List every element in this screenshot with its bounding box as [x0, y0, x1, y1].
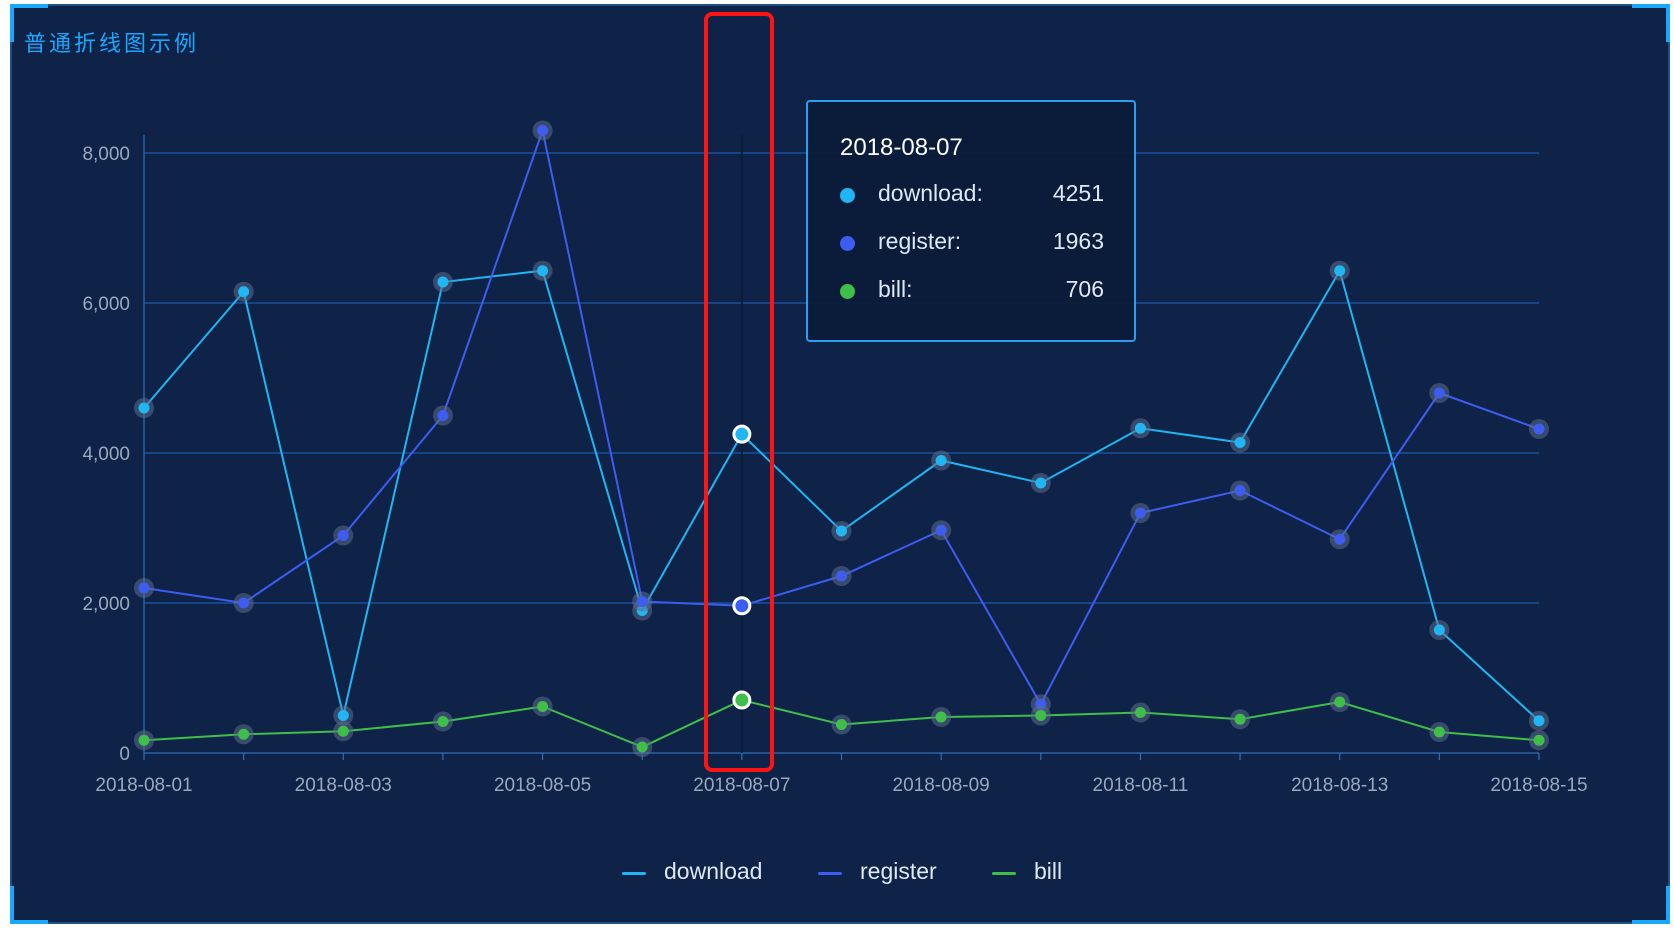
data-point-register[interactable]: [537, 125, 549, 136]
tooltip-series-name: download:: [878, 180, 983, 206]
tooltip-series-value: 1963: [1052, 228, 1104, 254]
data-point-register[interactable]: [1433, 387, 1445, 399]
data-point-register[interactable]: [238, 597, 250, 609]
y-tick-label: 0: [119, 744, 130, 765]
y-tick-label: 8,000: [82, 144, 130, 165]
data-point-download[interactable]: [537, 265, 549, 277]
data-point-bill[interactable]: [1134, 707, 1146, 718]
data-point-download[interactable]: [437, 276, 449, 288]
data-point-bill[interactable]: [337, 725, 349, 737]
legend-label: register: [860, 858, 937, 884]
data-point-bill[interactable]: [537, 701, 549, 712]
data-point-download[interactable]: [1533, 715, 1545, 727]
data-point-bill[interactable]: [1035, 710, 1047, 721]
tooltip-row-register: register: 1963: [840, 228, 1104, 258]
data-point-register[interactable]: [1234, 485, 1246, 496]
tooltip: 2018-08-07 download: 4251 register: 1963…: [806, 100, 1136, 342]
data-point-download[interactable]: [337, 710, 349, 721]
data-point-register[interactable]: [636, 596, 648, 607]
tooltip-series-name: bill:: [878, 276, 913, 302]
data-point-download[interactable]: [1334, 265, 1346, 277]
data-point-download[interactable]: [1234, 437, 1246, 448]
x-tick-label: 2018-08-05: [494, 775, 591, 796]
tooltip-series-value: 4251: [1052, 180, 1104, 206]
data-point-bill[interactable]: [1234, 713, 1246, 725]
bill-dot-icon: [840, 284, 855, 299]
data-point-bill[interactable]: [238, 728, 250, 740]
download-line-icon: [622, 872, 646, 875]
data-point-download[interactable]: [1035, 477, 1047, 489]
tooltip-row-download: download: 4251: [840, 180, 1104, 210]
data-point-bill[interactable]: [935, 711, 947, 723]
legend-label: download: [664, 858, 763, 884]
data-point-download[interactable]: [238, 286, 250, 298]
data-point-register[interactable]: [138, 582, 150, 594]
x-tick-label: 2018-08-01: [95, 775, 192, 796]
data-point-register[interactable]: [437, 410, 449, 421]
data-point-register[interactable]: [1533, 423, 1545, 435]
x-tick-label: 2018-08-07: [693, 775, 790, 796]
data-point-register[interactable]: [1134, 507, 1146, 519]
data-point-download[interactable]: [935, 455, 947, 466]
highlight-box: [704, 12, 774, 772]
x-tick-label: 2018-08-11: [1093, 775, 1189, 796]
x-tick-label: 2018-08-09: [893, 775, 990, 796]
x-tick-label: 2018-08-03: [295, 775, 392, 796]
x-tick-label: 2018-08-15: [1490, 775, 1587, 796]
bill-line-icon: [992, 872, 1016, 875]
data-point-register[interactable]: [836, 570, 847, 582]
register-line-icon: [818, 872, 842, 875]
download-dot-icon: [840, 188, 855, 203]
data-point-bill[interactable]: [1533, 734, 1545, 746]
data-point-bill[interactable]: [437, 716, 449, 727]
tooltip-series-value: 706: [1065, 276, 1104, 302]
data-point-download[interactable]: [138, 402, 150, 414]
x-tick-label: 2018-08-13: [1291, 775, 1388, 796]
tooltip-series-name: register:: [878, 228, 962, 254]
y-tick-label: 4,000: [82, 444, 130, 465]
y-tick-label: 2,000: [82, 594, 130, 615]
tooltip-row-bill: bill: 706: [840, 276, 1104, 306]
data-point-download[interactable]: [836, 525, 847, 537]
data-point-bill[interactable]: [836, 719, 847, 730]
data-point-register[interactable]: [1334, 533, 1346, 545]
data-point-bill[interactable]: [1334, 696, 1346, 708]
data-point-bill[interactable]: [138, 734, 150, 746]
data-point-download[interactable]: [1134, 422, 1146, 434]
data-point-register[interactable]: [337, 530, 349, 541]
data-point-bill[interactable]: [636, 741, 648, 753]
data-point-bill[interactable]: [1433, 726, 1445, 738]
data-point-download[interactable]: [1433, 624, 1445, 636]
register-dot-icon: [840, 236, 855, 251]
y-tick-label: 6,000: [82, 294, 130, 315]
tooltip-date: 2018-08-07: [840, 134, 963, 161]
legend-label: bill: [1034, 858, 1063, 884]
data-point-register[interactable]: [935, 524, 947, 536]
